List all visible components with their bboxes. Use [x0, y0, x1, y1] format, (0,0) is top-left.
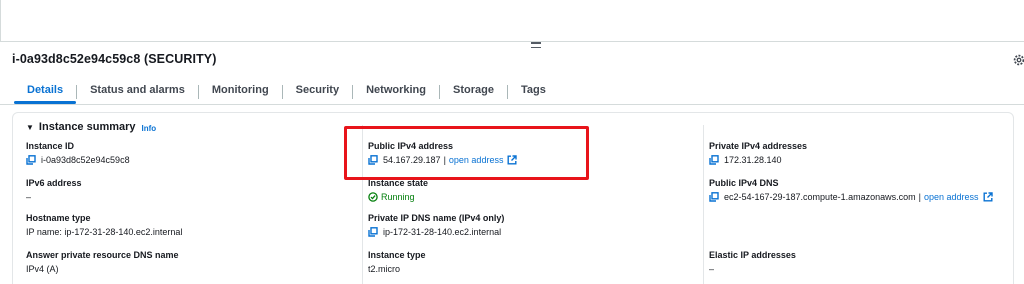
field-public-dns: Public IPv4 DNS ec2-54-167-29-187.comput…	[709, 178, 993, 202]
tab-monitoring[interactable]: Monitoring	[199, 80, 282, 102]
field-label: Answer private resource DNS name	[26, 250, 179, 260]
tab-security[interactable]: Security	[283, 80, 352, 102]
instance-type-value: t2.micro	[368, 264, 401, 274]
field-label: Private IP DNS name (IPv4 only)	[368, 213, 505, 223]
check-circle-icon	[368, 192, 378, 202]
detail-tabs: Details Status and alarms Monitoring Sec…	[14, 80, 559, 104]
tabs-divider	[0, 104, 1024, 105]
elastic-ip-value: –	[709, 264, 715, 274]
instance-summary-heading: Instance summary	[38, 121, 136, 133]
tab-tags[interactable]: Tags	[508, 80, 559, 102]
tab-storage[interactable]: Storage	[440, 80, 507, 102]
separator: |	[918, 192, 921, 202]
field-label: Hostname type	[26, 213, 91, 223]
top-panel	[0, 0, 1024, 42]
hostname-value: IP name: ip-172-31-28-140.ec2.internal	[26, 227, 183, 237]
ipv6-value: –	[26, 192, 32, 202]
field-ipv6: IPv6 address –	[26, 178, 82, 202]
private-dns-value: ip-172-31-28-140.ec2.internal	[383, 227, 502, 237]
field-hostname-type: Hostname type IP name: ip-172-31-28-140.…	[26, 213, 182, 237]
instance-id-value: i-0a93d8c52e94c59c8	[41, 155, 130, 165]
field-label: Instance type	[368, 250, 426, 260]
field-answer-dns: Answer private resource DNS name IPv4 (A…	[26, 250, 179, 274]
field-private-dns: Private IP DNS name (IPv4 only) ip-172-3…	[368, 213, 504, 237]
instance-state-value: Running	[381, 192, 415, 202]
instance-title: i-0a93d8c52e94c59c8 (SECURITY)	[12, 52, 217, 66]
tab-details[interactable]: Details	[14, 80, 77, 104]
field-private-ipv4: Private IPv4 addresses 172.31.28.140	[709, 141, 807, 165]
column-divider	[703, 125, 704, 284]
open-address-link[interactable]: open address	[924, 192, 979, 202]
copy-icon[interactable]	[368, 227, 378, 237]
field-label: Public IPv4 DNS	[709, 178, 779, 188]
tab-networking[interactable]: Networking	[353, 80, 439, 102]
annotation-highlight-box	[344, 126, 589, 180]
instance-summary-header[interactable]: ▼ Instance summary Info	[26, 121, 156, 133]
private-ipv4-value: 172.31.28.140	[724, 155, 782, 165]
field-label: Elastic IP addresses	[709, 250, 796, 260]
field-label: Private IPv4 addresses	[709, 141, 808, 151]
copy-icon[interactable]	[709, 155, 719, 165]
drag-handle-icon[interactable]	[531, 42, 543, 52]
field-label: Instance ID	[26, 141, 75, 151]
caret-down-icon[interactable]: ▼	[26, 123, 34, 132]
answer-dns-value: IPv4 (A)	[26, 264, 59, 274]
tab-status-and-alarms[interactable]: Status and alarms	[77, 80, 198, 102]
field-instance-id: Instance ID i-0a93d8c52e94c59c8	[26, 141, 130, 165]
external-link-icon[interactable]	[983, 192, 993, 202]
field-elastic-ip: Elastic IP addresses –	[709, 250, 796, 274]
gear-icon[interactable]	[1012, 53, 1024, 67]
field-instance-type: Instance type t2.micro	[368, 250, 426, 274]
field-label: IPv6 address	[26, 178, 82, 188]
field-instance-state: Instance state Running	[368, 178, 428, 202]
info-link[interactable]: Info	[142, 124, 157, 133]
copy-icon[interactable]	[709, 192, 719, 202]
public-dns-value: ec2-54-167-29-187.compute-1.amazonaws.co…	[724, 192, 916, 202]
copy-icon[interactable]	[26, 155, 36, 165]
